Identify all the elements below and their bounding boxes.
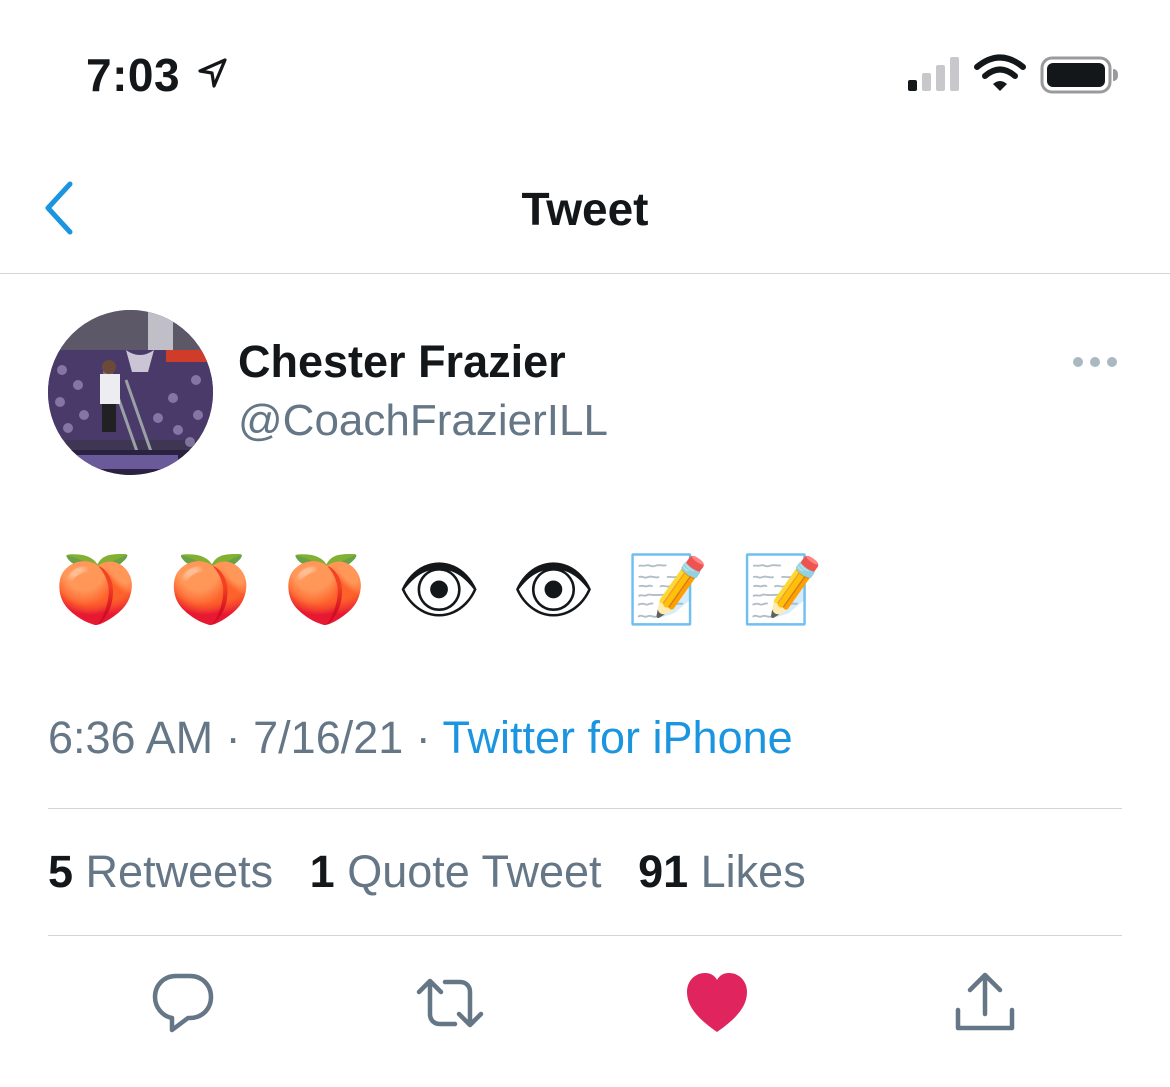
separator: · bbox=[415, 712, 431, 763]
author-handle[interactable]: @CoachFrazierILL bbox=[238, 396, 608, 446]
quote-tweets-stat[interactable]: 1 Quote Tweet bbox=[310, 846, 602, 897]
more-options-button[interactable] bbox=[1070, 350, 1120, 374]
tweet-date: 7/16/21 bbox=[253, 712, 404, 763]
wifi-icon bbox=[974, 54, 1026, 91]
likes-stat[interactable]: 91 Likes bbox=[638, 846, 806, 897]
page-title: Tweet bbox=[521, 183, 649, 235]
memo-emoji: 📝 bbox=[626, 552, 709, 626]
eye-emoji: 👁 bbox=[511, 552, 596, 626]
tweet-meta: 6:36 AM · 7/16/21 · Twitter for iPhone bbox=[48, 712, 793, 764]
like-button[interactable] bbox=[682, 968, 752, 1038]
status-bar: 7:03 bbox=[0, 0, 1170, 140]
nav-bar: Tweet bbox=[0, 140, 1170, 274]
battery-icon bbox=[1040, 56, 1118, 94]
tweet-time: 6:36 AM bbox=[48, 712, 214, 763]
share-button[interactable] bbox=[950, 968, 1020, 1038]
retweets-count: 5 bbox=[48, 846, 74, 897]
peach-emoji: 🍑 bbox=[283, 552, 366, 626]
ellipsis-icon bbox=[1073, 357, 1117, 367]
quotes-count: 1 bbox=[309, 846, 335, 897]
reply-bubble-icon bbox=[152, 973, 214, 1033]
likes-count: 91 bbox=[638, 846, 689, 897]
source-link[interactable]: Twitter for iPhone bbox=[443, 712, 793, 763]
reply-button[interactable] bbox=[148, 968, 218, 1038]
heart-filled-icon bbox=[687, 973, 747, 1032]
avatar[interactable] bbox=[48, 310, 213, 475]
cellular-signal-icon bbox=[908, 57, 959, 91]
divider bbox=[48, 808, 1122, 809]
tweet-stats: 5 Retweets 1 Quote Tweet 91 Likes bbox=[48, 846, 830, 898]
peach-emoji: 🍑 bbox=[169, 552, 252, 626]
author-name[interactable]: Chester Frazier bbox=[238, 336, 566, 388]
likes-label: Likes bbox=[700, 846, 806, 897]
tweet-text: 🍑 🍑 🍑 👁 👁 📝 📝 bbox=[48, 544, 830, 634]
retweet-button[interactable] bbox=[415, 968, 485, 1038]
separator: · bbox=[225, 712, 241, 763]
quotes-label: Quote Tweet bbox=[347, 846, 602, 897]
retweet-icon bbox=[416, 978, 484, 1028]
retweets-label: Retweets bbox=[85, 846, 274, 897]
share-icon bbox=[955, 972, 1015, 1031]
divider bbox=[48, 935, 1122, 936]
location-arrow-icon bbox=[198, 58, 227, 88]
peach-emoji: 🍑 bbox=[54, 552, 138, 626]
status-time: 7:03 bbox=[86, 49, 181, 101]
memo-emoji: 📝 bbox=[740, 552, 824, 626]
retweets-stat[interactable]: 5 Retweets bbox=[48, 846, 273, 897]
eye-emoji: 👁 bbox=[397, 552, 481, 626]
